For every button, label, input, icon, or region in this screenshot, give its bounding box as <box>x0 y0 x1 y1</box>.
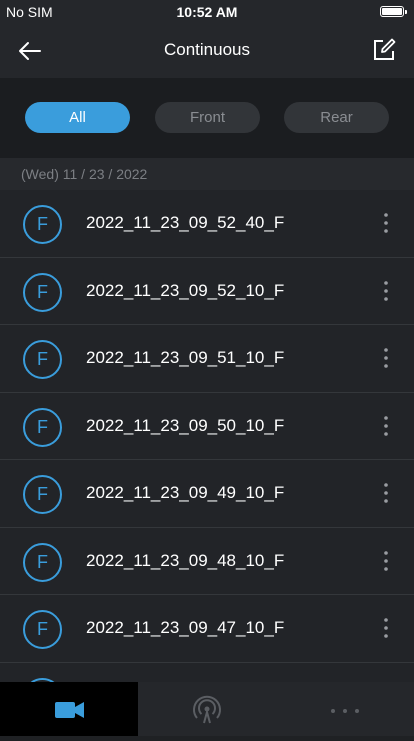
more-vertical-icon[interactable] <box>382 280 390 302</box>
file-name: 2022_11_23_09_49_10_F <box>86 483 285 502</box>
video-camera-icon <box>55 702 84 718</box>
filter-rear[interactable]: Rear <box>284 102 389 133</box>
more-horizontal-icon <box>331 709 359 713</box>
more-vertical-icon[interactable] <box>382 212 390 234</box>
date-label: (Wed) 11 / 23 / 2022 <box>21 166 148 182</box>
file-name: 2022_11_23_09_48_10_F <box>86 550 285 570</box>
tab-bar <box>0 682 414 736</box>
battery-icon <box>380 6 407 17</box>
front-camera-badge-icon: F <box>23 407 62 447</box>
clock: 10:52 AM <box>176 4 238 20</box>
file-name: 2022_11_23_09_52_40_F <box>86 213 285 232</box>
file-name: 2022_11_23_09_51_10_F <box>86 348 285 367</box>
filter-bar: All Front Rear <box>0 78 414 158</box>
front-camera-badge-icon: F <box>23 340 62 379</box>
status-bar: No SIM 10:52 AM <box>0 0 414 24</box>
list-item[interactable]: F 2022_11_23_09_49_10_F <box>0 460 414 528</box>
front-camera-badge-icon: F <box>23 610 62 649</box>
list-item[interactable]: F 2022_11_23_09_48_10_F <box>0 527 414 595</box>
file-name: 2022_11_23_09_47_10_F <box>86 618 285 637</box>
more-vertical-icon[interactable] <box>382 482 390 504</box>
recording-list[interactable]: F 2022_11_23_09_52_40_F F 2022_11_23_09_… <box>0 190 414 682</box>
filter-all[interactable]: All <box>25 102 130 133</box>
more-vertical-icon[interactable] <box>382 415 390 437</box>
file-name: 2022_11_23_09_50_10_F <box>86 415 285 435</box>
list-item[interactable]: F 2022_11_23_09_47_10_F <box>0 595 414 663</box>
edit-button[interactable] <box>370 36 398 64</box>
tab-videos[interactable] <box>0 682 138 736</box>
tab-live[interactable] <box>138 682 276 736</box>
list-item[interactable]: F 2022_11_23_09_52_10_F <box>0 257 414 325</box>
front-camera-badge-icon: F <box>23 542 62 582</box>
list-item-partial[interactable] <box>0 662 414 682</box>
list-item[interactable]: F 2022_11_23_09_52_40_F <box>0 190 414 258</box>
page-title: Continuous <box>163 40 250 59</box>
front-camera-badge-icon: F <box>23 272 62 312</box>
nav-bar: Continuous <box>0 24 414 78</box>
date-section-header: (Wed) 11 / 23 / 2022 <box>0 158 414 190</box>
list-item[interactable]: F 2022_11_23_09_50_10_F <box>0 392 414 460</box>
filter-front[interactable]: Front <box>155 102 260 133</box>
more-vertical-icon[interactable] <box>382 550 390 572</box>
front-camera-badge-icon: F <box>23 475 62 514</box>
front-camera-badge-icon: F <box>23 205 62 244</box>
edit-icon <box>374 38 396 60</box>
more-vertical-icon[interactable] <box>382 617 390 639</box>
wireless-broadcast-icon <box>193 695 221 724</box>
list-item[interactable]: F 2022_11_23_09_51_10_F <box>0 325 414 393</box>
tab-more[interactable] <box>276 682 414 736</box>
more-vertical-icon[interactable] <box>382 347 390 369</box>
file-name: 2022_11_23_09_52_10_F <box>86 280 285 300</box>
